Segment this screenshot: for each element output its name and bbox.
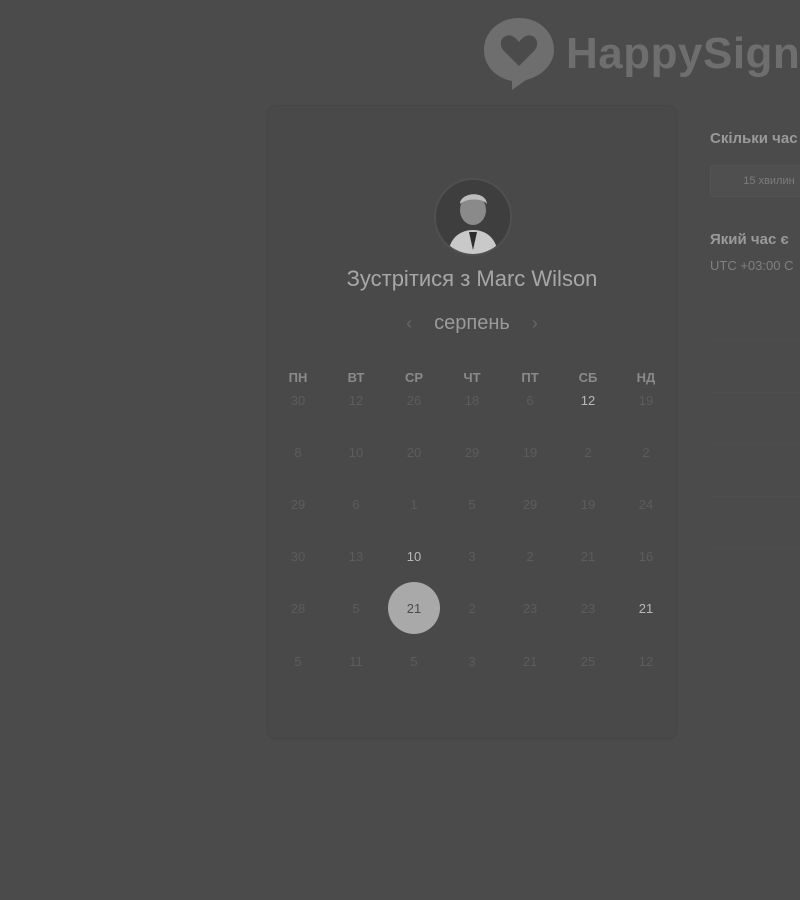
calendar-day: 8 (294, 444, 302, 460)
duration-option-button[interactable]: 15 хвилин (710, 165, 800, 197)
calendar-day: 5 (294, 653, 302, 669)
calendar-day: 29 (522, 496, 538, 512)
heart-speech-bubble-icon (482, 16, 556, 92)
divider (710, 340, 800, 341)
calendar-day: 2 (526, 548, 534, 564)
calendar-day[interactable]: 21 (622, 584, 670, 632)
calendar-day: 25 (580, 653, 596, 669)
calendar-day: 18 (464, 392, 480, 408)
brand-name: HappySign (566, 29, 800, 78)
calendar-day: 13 (348, 548, 364, 564)
divider (710, 548, 800, 549)
duration-question: Скільки час (710, 130, 798, 147)
calendar-day: 21 (522, 653, 538, 669)
calendar-day: 19 (638, 392, 654, 408)
calendar-day: 16 (638, 548, 654, 564)
divider (710, 392, 800, 393)
calendar-day: 6 (352, 496, 360, 512)
calendar-day: 3 (468, 653, 476, 669)
calendar-day: 5 (468, 496, 476, 512)
calendar-day: 12 (348, 392, 364, 408)
calendar-day: 28 (290, 600, 306, 616)
calendar-day: 6 (526, 392, 534, 408)
divider (710, 444, 800, 445)
duration-options: 15 хвилин (710, 165, 800, 197)
calendar-day[interactable]: 12 (564, 376, 612, 424)
calendar-day: 10 (348, 444, 364, 460)
calendar-day: 26 (406, 392, 422, 408)
calendar-card: Зустрітися з Marc Wilson ‹ серпень › ПН В… (268, 106, 676, 738)
booking-panel: Скільки час 15 хвилин Який час є UTC +03… (710, 130, 800, 273)
brand-logo[interactable]: HappySign (482, 16, 800, 92)
calendar-day: 19 (522, 444, 538, 460)
page: HappySign Зустрітися з Marc Wilson ‹ сер… (0, 0, 800, 900)
calendar-day: 23 (522, 600, 538, 616)
calendar-day: 30 (290, 548, 306, 564)
calendar-grid: 30 12 26 18 6 12 19 8 10 20 29 19 2 2 29 6 1 5 29 19 24 30 13 1… (268, 106, 676, 738)
calendar-day: 29 (464, 444, 480, 460)
calendar-day: 23 (580, 600, 596, 616)
calendar-day: 20 (406, 444, 422, 460)
timezone-question: Який час є (710, 231, 789, 248)
calendar-day: 11 (349, 653, 363, 669)
calendar-day: 5 (410, 653, 418, 669)
calendar-day: 30 (290, 392, 306, 408)
divider (710, 496, 800, 497)
calendar-day: 19 (580, 496, 596, 512)
selected-day[interactable]: 21 (388, 582, 440, 634)
calendar-day: 1 (410, 496, 418, 512)
calendar-day: 12 (638, 653, 654, 669)
calendar-day[interactable]: 10 (390, 532, 438, 580)
calendar-day: 2 (642, 444, 650, 460)
timezone-selector[interactable]: UTC +03:00 C (710, 258, 800, 273)
calendar-day: 3 (468, 548, 476, 564)
calendar-day: 2 (468, 600, 476, 616)
calendar-day: 24 (638, 496, 654, 512)
calendar-day: 2 (584, 444, 592, 460)
calendar-day: 5 (352, 600, 360, 616)
calendar-day: 29 (290, 496, 306, 512)
calendar-day: 21 (580, 548, 596, 564)
